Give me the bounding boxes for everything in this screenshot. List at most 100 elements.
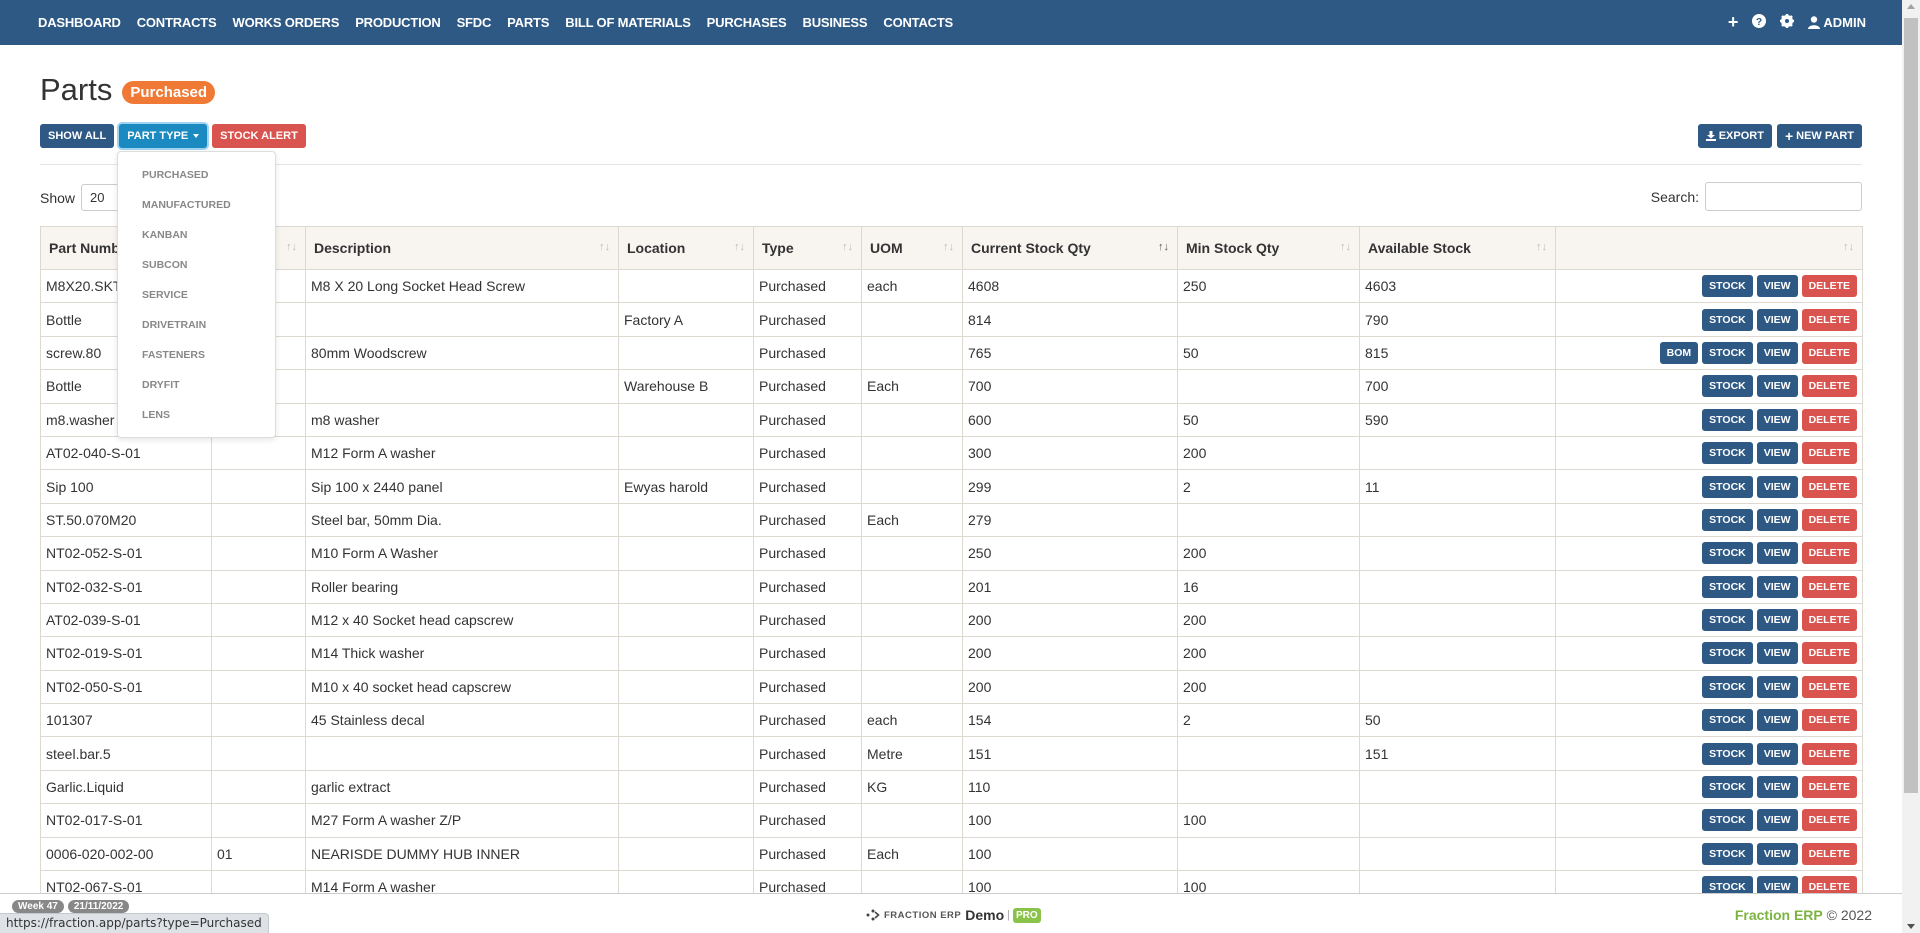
delete-button[interactable]: DELETE (1801, 308, 1857, 331)
delete-button[interactable]: DELETE (1801, 408, 1857, 431)
col-location[interactable]: Location ↑↓ (618, 226, 754, 270)
stock-button[interactable]: STOCK (1702, 308, 1753, 331)
stock-button[interactable]: STOCK (1702, 408, 1753, 431)
nav-sfdc[interactable]: SFDC (457, 15, 492, 30)
view-button[interactable]: VIEW (1756, 776, 1798, 799)
gear-icon[interactable] (1780, 14, 1795, 31)
delete-button[interactable]: DELETE (1801, 609, 1857, 632)
col-actions[interactable]: ↑↓ (1555, 226, 1863, 270)
export-button[interactable]: EXPORT (1697, 124, 1772, 148)
view-button[interactable]: VIEW (1756, 408, 1798, 431)
nav-production[interactable]: PRODUCTION (355, 15, 441, 30)
view-button[interactable]: VIEW (1756, 308, 1798, 331)
col-uom[interactable]: UOM ↑↓ (861, 226, 963, 270)
dropdown-item-subcon[interactable]: SUBCON (118, 250, 275, 280)
nav-dashboard[interactable]: DASHBOARD (38, 15, 121, 30)
dropdown-item-kanban[interactable]: KANBAN (118, 220, 275, 250)
stock-button[interactable]: STOCK (1702, 575, 1753, 598)
delete-button[interactable]: DELETE (1801, 642, 1857, 665)
stock-button[interactable]: STOCK (1702, 275, 1753, 298)
view-button[interactable]: VIEW (1756, 508, 1798, 531)
view-button[interactable]: VIEW (1756, 809, 1798, 832)
cell-uom (861, 569, 963, 604)
delete-button[interactable]: DELETE (1801, 275, 1857, 298)
help-icon[interactable]: ? (1752, 14, 1767, 31)
stock-button[interactable]: STOCK (1702, 776, 1753, 799)
delete-button[interactable]: DELETE (1801, 809, 1857, 832)
view-button[interactable]: VIEW (1756, 475, 1798, 498)
view-button[interactable]: VIEW (1756, 842, 1798, 865)
col-min-stock-qty[interactable]: Min Stock Qty ↑↓ (1177, 226, 1360, 270)
stock-button[interactable]: STOCK (1702, 542, 1753, 565)
dropdown-item-lens[interactable]: LENS (118, 400, 275, 430)
new-part-button[interactable]: + NEW PART (1776, 124, 1862, 148)
delete-button[interactable]: DELETE (1801, 442, 1857, 465)
view-button[interactable]: VIEW (1756, 642, 1798, 665)
nav-parts[interactable]: PARTS (507, 15, 549, 30)
view-button[interactable]: VIEW (1756, 442, 1798, 465)
stock-button[interactable]: STOCK (1702, 642, 1753, 665)
delete-button[interactable]: DELETE (1801, 575, 1857, 598)
delete-button[interactable]: DELETE (1801, 375, 1857, 398)
cell-current-stock: 299 (962, 469, 1178, 504)
user-menu[interactable]: ADMIN (1808, 15, 1866, 30)
search-input[interactable] (1705, 182, 1862, 211)
view-button[interactable]: VIEW (1756, 275, 1798, 298)
stock-button[interactable]: STOCK (1702, 609, 1753, 632)
stock-button[interactable]: STOCK (1702, 809, 1753, 832)
scroll-down-arrow[interactable] (1907, 924, 1915, 929)
delete-button[interactable]: DELETE (1801, 341, 1857, 364)
stock-button[interactable]: STOCK (1702, 709, 1753, 732)
footer-brand-link[interactable]: Fraction ERP (1735, 907, 1823, 923)
show-all-button[interactable]: SHOW ALL (40, 124, 115, 148)
scrollbar-thumb[interactable] (1904, 18, 1918, 793)
view-button[interactable]: VIEW (1756, 609, 1798, 632)
plus-icon[interactable]: + (1728, 12, 1739, 33)
nav-purchases[interactable]: PURCHASES (707, 15, 787, 30)
dropdown-item-purchased[interactable]: PURCHASED (118, 160, 275, 190)
delete-button[interactable]: DELETE (1801, 475, 1857, 498)
nav-bill-of-materials[interactable]: BILL OF MATERIALS (565, 15, 691, 30)
stock-button[interactable]: STOCK (1702, 842, 1753, 865)
stock-button[interactable]: STOCK (1702, 742, 1753, 765)
nav-contracts[interactable]: CONTRACTS (137, 15, 217, 30)
cell-location (618, 803, 754, 838)
view-button[interactable]: VIEW (1756, 575, 1798, 598)
view-button[interactable]: VIEW (1756, 742, 1798, 765)
page-scrollbar[interactable] (1902, 0, 1920, 933)
view-button[interactable]: VIEW (1756, 542, 1798, 565)
dropdown-item-manufactured[interactable]: MANUFACTURED (118, 190, 275, 220)
dropdown-item-drivetrain[interactable]: DRIVETRAIN (118, 310, 275, 340)
delete-button[interactable]: DELETE (1801, 508, 1857, 531)
stock-button[interactable]: STOCK (1702, 442, 1753, 465)
dropdown-item-fasteners[interactable]: FASTENERS (118, 340, 275, 370)
stock-button[interactable]: STOCK (1702, 475, 1753, 498)
delete-button[interactable]: DELETE (1801, 842, 1857, 865)
view-button[interactable]: VIEW (1756, 375, 1798, 398)
stock-button[interactable]: STOCK (1702, 341, 1753, 364)
delete-button[interactable]: DELETE (1801, 542, 1857, 565)
delete-button[interactable]: DELETE (1801, 742, 1857, 765)
delete-button[interactable]: DELETE (1801, 776, 1857, 799)
view-button[interactable]: VIEW (1756, 341, 1798, 364)
stock-button[interactable]: STOCK (1702, 375, 1753, 398)
part-type-dropdown-button[interactable]: PART TYPE (119, 124, 208, 148)
col-current-stock-qty[interactable]: Current Stock Qty ↑↓ (962, 226, 1178, 270)
view-button[interactable]: VIEW (1756, 709, 1798, 732)
col-available-stock[interactable]: Available Stock ↑↓ (1359, 226, 1556, 270)
nav-contacts[interactable]: CONTACTS (883, 15, 953, 30)
dropdown-item-service[interactable]: SERVICE (118, 280, 275, 310)
stock-button[interactable]: STOCK (1702, 508, 1753, 531)
stock-alert-button[interactable]: STOCK ALERT (212, 124, 306, 148)
nav-business[interactable]: BUSINESS (803, 15, 868, 30)
scroll-up-arrow[interactable] (1907, 4, 1915, 9)
dropdown-item-dryfit[interactable]: DRYFIT (118, 370, 275, 400)
bom-button[interactable]: BOM (1659, 341, 1699, 364)
col-type[interactable]: Type ↑↓ (753, 226, 862, 270)
col-description[interactable]: Description ↑↓ (305, 226, 619, 270)
view-button[interactable]: VIEW (1756, 675, 1798, 698)
nav-works-orders[interactable]: WORKS ORDERS (233, 15, 340, 30)
stock-button[interactable]: STOCK (1702, 675, 1753, 698)
delete-button[interactable]: DELETE (1801, 675, 1857, 698)
delete-button[interactable]: DELETE (1801, 709, 1857, 732)
